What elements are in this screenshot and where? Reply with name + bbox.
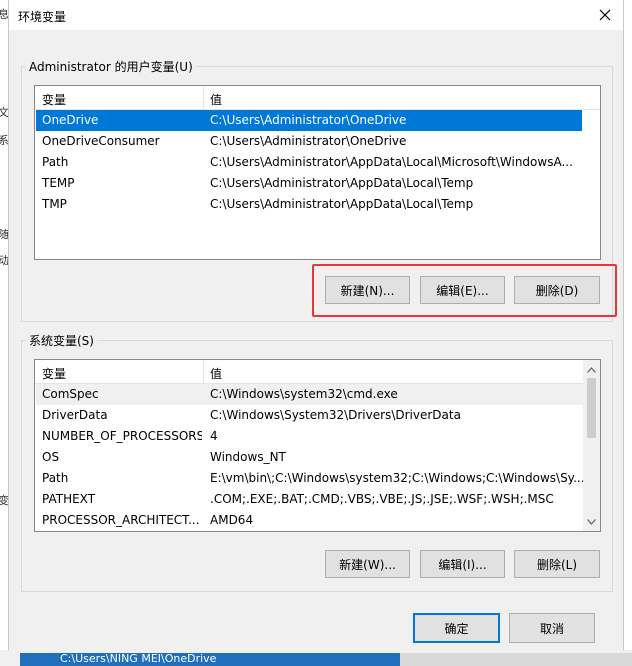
system-new-button[interactable]: 新建(W)... [325,550,410,578]
dialog-title: 环境变量 [18,10,67,24]
system-variables-list[interactable]: 变量 值 ComSpec C:\Windows\system32\cmd.exe… [34,359,601,532]
variable-name: NUMBER_OF_PROCESSORS [42,429,202,443]
user-delete-button[interactable]: 删除(D) [514,276,600,304]
variable-name: ComSpec [42,387,99,401]
variable-value: C:\Windows\System32\Drivers\DriverData [210,408,461,422]
title-bar[interactable]: 环境变量 [9,0,623,30]
column-header-value[interactable]: 值 [210,365,222,382]
variable-value: C:\Users\Administrator\OneDrive [210,134,407,148]
user-variable-row[interactable]: Path C:\Users\Administrator\AppData\Loca… [36,152,582,173]
variable-name: TMP [42,197,67,211]
system-delete-button[interactable]: 删除(L) [514,550,600,578]
column-separator [203,86,204,109]
background-selected-row: C:\Users\NING MEI\OneDrive [20,652,400,666]
variable-name: Path [42,155,69,169]
user-variable-row[interactable]: OneDrive C:\Users\Administrator\OneDrive [36,110,582,131]
user-variable-row[interactable]: OneDriveConsumer C:\Users\Administrator\… [36,131,582,152]
variable-value: E:\vm\bin\;C:\Windows\system32;C:\Window… [210,471,584,485]
variable-value: C:\Users\Administrator\OneDrive [210,113,407,127]
close-button[interactable] [593,3,617,27]
variable-value: Windows_NT [210,450,286,464]
variable-name: PROCESSOR_ARCHITECT... [42,513,200,527]
variable-name: Path [42,471,69,485]
variable-name: TEMP [42,176,75,190]
close-icon [599,9,611,21]
ok-button[interactable]: 确定 [413,613,500,643]
variable-name: OS [42,450,60,464]
background-window-left: 息 文 系 随 动 变 [0,0,9,666]
background-path-text: C:\Users\NING MEI\OneDrive [60,652,217,665]
environment-variables-dialog: 环境变量 Administrator 的用户变量(U) 变量 值 OneDriv… [8,0,624,650]
system-variable-row[interactable]: NUMBER_OF_PROCESSORS 4 [36,426,584,447]
user-variables-label: Administrator 的用户变量(U) [26,58,196,75]
variable-name: OneDrive [42,113,99,127]
background-window-right [624,0,632,666]
variable-name: OneDriveConsumer [42,134,160,148]
column-separator [203,360,204,383]
variable-name: PATHEXT [42,492,96,506]
user-variables-list[interactable]: 变量 值 OneDrive C:\Users\Administrator\One… [34,85,601,260]
column-header-name[interactable]: 变量 [42,91,66,108]
variable-name: DriverData [42,408,108,422]
background-taskbar: C:\Users\NING MEI\OneDrive [0,650,632,666]
cancel-button[interactable]: 取消 [509,613,595,643]
background-panel [400,653,632,666]
variable-value: .COM;.EXE;.BAT;.CMD;.VBS;.VBE;.JS;.JSE;.… [210,492,554,506]
system-variables-label: 系统变量(S) [26,332,97,349]
system-variable-row[interactable]: OS Windows_NT [36,447,584,468]
system-edit-button[interactable]: 编辑(I)... [420,550,505,578]
variable-value: C:\Users\Administrator\AppData\Local\Tem… [210,176,474,190]
column-header-name[interactable]: 变量 [42,365,66,382]
system-variable-row[interactable]: PROCESSOR_ARCHITECT... AMD64 [36,510,584,531]
vertical-scrollbar[interactable] [583,360,600,531]
column-header-value[interactable]: 值 [210,91,222,108]
variable-value: C:\Users\Administrator\AppData\Local\Tem… [210,197,474,211]
system-variable-row[interactable]: Path E:\vm\bin\;C:\Windows\system32;C:\W… [36,468,584,489]
system-variables-header: 变量 值 [35,360,584,384]
scroll-down-button[interactable] [583,513,600,530]
variable-value: C:\Users\Administrator\AppData\Local\Mic… [210,155,573,169]
variable-value: AMD64 [210,513,254,527]
variable-value: 4 [210,429,218,443]
user-variable-row[interactable]: TMP C:\Users\Administrator\AppData\Local… [36,194,582,215]
chevron-up-icon [587,366,596,373]
scroll-up-button[interactable] [583,361,600,378]
system-variable-row[interactable]: PATHEXT .COM;.EXE;.BAT;.CMD;.VBS;.VBE;.J… [36,489,584,510]
user-variables-header: 变量 值 [35,86,600,110]
variable-value: C:\Windows\system32\cmd.exe [210,387,398,401]
system-variable-row[interactable]: ComSpec C:\Windows\system32\cmd.exe [36,384,584,405]
scroll-thumb[interactable] [587,378,596,438]
chevron-down-icon [587,518,596,525]
user-new-button[interactable]: 新建(N)... [325,276,410,304]
user-variable-row[interactable]: TEMP C:\Users\Administrator\AppData\Loca… [36,173,582,194]
user-edit-button[interactable]: 编辑(E)... [420,276,505,304]
system-variable-row[interactable]: DriverData C:\Windows\System32\Drivers\D… [36,405,584,426]
